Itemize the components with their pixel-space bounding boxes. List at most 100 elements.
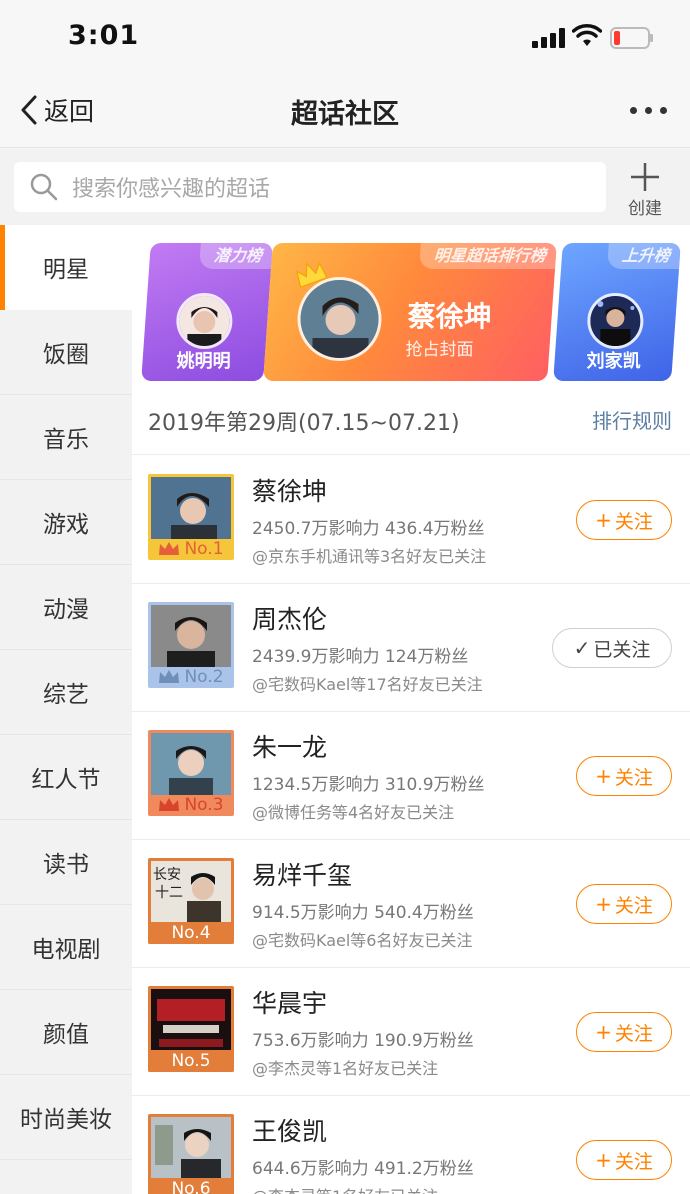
create-label: 创建	[628, 199, 662, 219]
avatar	[151, 1117, 231, 1179]
star-chart-tag: 明星超话排行榜	[418, 243, 557, 269]
star-chart-subtitle: 抢占封面	[405, 340, 474, 360]
rank-thumbnail: No.1	[148, 474, 234, 560]
star-stats: 644.6万影响力 491.2万粉丝	[252, 1159, 474, 1179]
plus-icon: +	[595, 764, 612, 788]
rank-thumbnail: No.2	[148, 602, 234, 688]
following-button[interactable]: ✓ 已关注	[552, 628, 672, 668]
follow-label: 关注	[614, 1150, 653, 1173]
avatar	[151, 989, 231, 1051]
avatar	[151, 477, 231, 539]
star-chart-name: 蔡徐坤	[407, 300, 492, 333]
ranking-banner: 潜力榜 姚明明 明星超话排行榜 蔡徐坤 抢占封面 上升榜 刘家凯	[132, 225, 690, 393]
cellular-signal-icon	[532, 28, 565, 48]
rank-badge-text: No.2	[184, 667, 224, 687]
list-item[interactable]: 长安十二 No.4 易烊千玺 914.5万影响力 540.4万粉丝 @宅数码Ka…	[132, 840, 690, 968]
search-placeholder: 搜索你感兴趣的超话	[72, 177, 271, 202]
list-item[interactable]: No.2 周杰伦 2439.9万影响力 124万粉丝 @宅数码Kael等17名好…	[132, 584, 690, 712]
sidebar-item-anime[interactable]: 动漫	[0, 565, 132, 650]
avatar	[176, 293, 233, 349]
wifi-icon	[572, 24, 602, 46]
friends-following: @京东手机通讯等3名好友已关注	[252, 547, 487, 566]
plus-icon: +	[595, 1020, 612, 1044]
rank-badge: No.1	[148, 538, 234, 560]
list-item[interactable]: No.1 蔡徐坤 2450.7万影响力 436.4万粉丝 @京东手机通讯等3名好…	[132, 456, 690, 584]
create-button[interactable]: 创建	[622, 159, 668, 219]
follow-label: 关注	[614, 894, 653, 917]
star-name: 周杰伦	[252, 605, 328, 634]
plus-icon: +	[595, 1148, 612, 1172]
rank-thumbnail: No.5	[148, 986, 234, 1072]
avatar	[151, 733, 231, 795]
star-chart-card[interactable]: 明星超话排行榜 蔡徐坤 抢占封面	[263, 243, 557, 381]
rank-thumbnail: No.6	[148, 1114, 234, 1194]
friends-following: @宅数码Kael等6名好友已关注	[252, 931, 473, 950]
potential-chart-card[interactable]: 潜力榜 姚明明	[141, 243, 273, 381]
rank-badge-text: No.5	[171, 1051, 211, 1071]
check-icon: ✓	[573, 636, 591, 660]
main-content: 潜力榜 姚明明 明星超话排行榜 蔡徐坤 抢占封面 上升榜 刘家凯 2019年第2…	[132, 225, 690, 1194]
follow-button[interactable]: + 关注	[576, 756, 672, 796]
sidebar-item-music[interactable]: 音乐	[0, 395, 132, 480]
rank-badge: No.2	[148, 666, 234, 688]
follow-button[interactable]: + 关注	[576, 1012, 672, 1052]
svg-text:十二: 十二	[155, 885, 183, 901]
plus-icon: +	[595, 508, 612, 532]
battery-low-icon	[610, 27, 653, 49]
svg-text:长安: 长安	[153, 867, 181, 883]
list-item[interactable]: No.6 王俊凯 644.6万影响力 491.2万粉丝 @李杰灵等1名好友已关注…	[132, 1096, 690, 1194]
sidebar-item-fandom[interactable]: 饭圈	[0, 310, 132, 395]
star-stats: 2439.9万影响力 124万粉丝	[252, 647, 469, 667]
star-stats: 2450.7万影响力 436.4万粉丝	[252, 519, 485, 539]
crown-icon	[159, 798, 180, 811]
category-sidebar: 明星 饭圈 音乐 游戏 动漫 综艺 红人节 读书 电视剧 颜值 时尚美妆	[0, 225, 132, 1194]
sidebar-item-tv-series[interactable]: 电视剧	[0, 905, 132, 990]
sidebar-item-games[interactable]: 游戏	[0, 480, 132, 565]
rank-badge-text: No.6	[171, 1179, 211, 1194]
follow-button[interactable]: + 关注	[576, 884, 672, 924]
sidebar-item-books[interactable]: 读书	[0, 820, 132, 905]
rising-chart-card[interactable]: 上升榜 刘家凯	[553, 243, 681, 381]
page-title: 超话社区	[291, 99, 399, 130]
avatar: 长安十二	[151, 861, 231, 923]
ranking-rules-link[interactable]: 排行规则	[592, 405, 672, 434]
search-icon	[30, 173, 58, 201]
status-bar: 3:01	[0, 0, 690, 72]
list-item[interactable]: No.3 朱一龙 1234.5万影响力 310.9万粉丝 @微博任务等4名好友已…	[132, 712, 690, 840]
search-input[interactable]: 搜索你感兴趣的超话	[14, 162, 606, 212]
rank-badge-text: No.4	[171, 923, 211, 943]
rank-badge: No.5	[148, 1050, 234, 1072]
week-label: 2019年第29周(07.15~07.21)	[148, 411, 460, 436]
rank-badge-text: No.3	[184, 795, 224, 815]
rank-badge-text: No.1	[184, 539, 224, 559]
crown-icon	[159, 670, 180, 683]
avatar	[151, 605, 231, 667]
friends-following: @李杰灵等1名好友已关注	[252, 1059, 439, 1078]
sidebar-item-stars[interactable]: 明星	[0, 225, 132, 310]
star-name: 易烊千玺	[252, 861, 353, 890]
rank-thumbnail: 长安十二 No.4	[148, 858, 234, 944]
more-icon[interactable]	[626, 100, 670, 120]
plus-icon	[631, 163, 659, 191]
sidebar-item-looks[interactable]: 颜值	[0, 990, 132, 1075]
list-item[interactable]: No.5 华晨宇 753.6万影响力 190.9万粉丝 @李杰灵等1名好友已关注…	[132, 968, 690, 1096]
sidebar-item-influencer[interactable]: 红人节	[0, 735, 132, 820]
star-name: 王俊凯	[252, 1117, 328, 1146]
star-stats: 914.5万影响力 540.4万粉丝	[252, 903, 474, 923]
rank-thumbnail: No.3	[148, 730, 234, 816]
sidebar-item-variety[interactable]: 综艺	[0, 650, 132, 735]
rank-badge: No.3	[148, 794, 234, 816]
rising-chart-name: 刘家凯	[586, 351, 641, 372]
plus-icon: +	[595, 892, 612, 916]
avatar	[587, 293, 644, 349]
star-stats: 1234.5万影响力 310.9万粉丝	[252, 775, 485, 795]
star-name: 蔡徐坤	[252, 477, 328, 506]
status-time: 3:01	[68, 20, 140, 51]
follow-button[interactable]: + 关注	[576, 500, 672, 540]
search-bar: 搜索你感兴趣的超话 创建	[0, 149, 690, 225]
sidebar-item-fashion-beauty[interactable]: 时尚美妆	[0, 1075, 132, 1160]
follow-label: 关注	[614, 766, 653, 789]
follow-button[interactable]: + 关注	[576, 1140, 672, 1180]
week-header: 2019年第29周(07.15~07.21) 排行规则	[132, 393, 690, 455]
rising-chart-tag: 上升榜	[606, 243, 681, 269]
